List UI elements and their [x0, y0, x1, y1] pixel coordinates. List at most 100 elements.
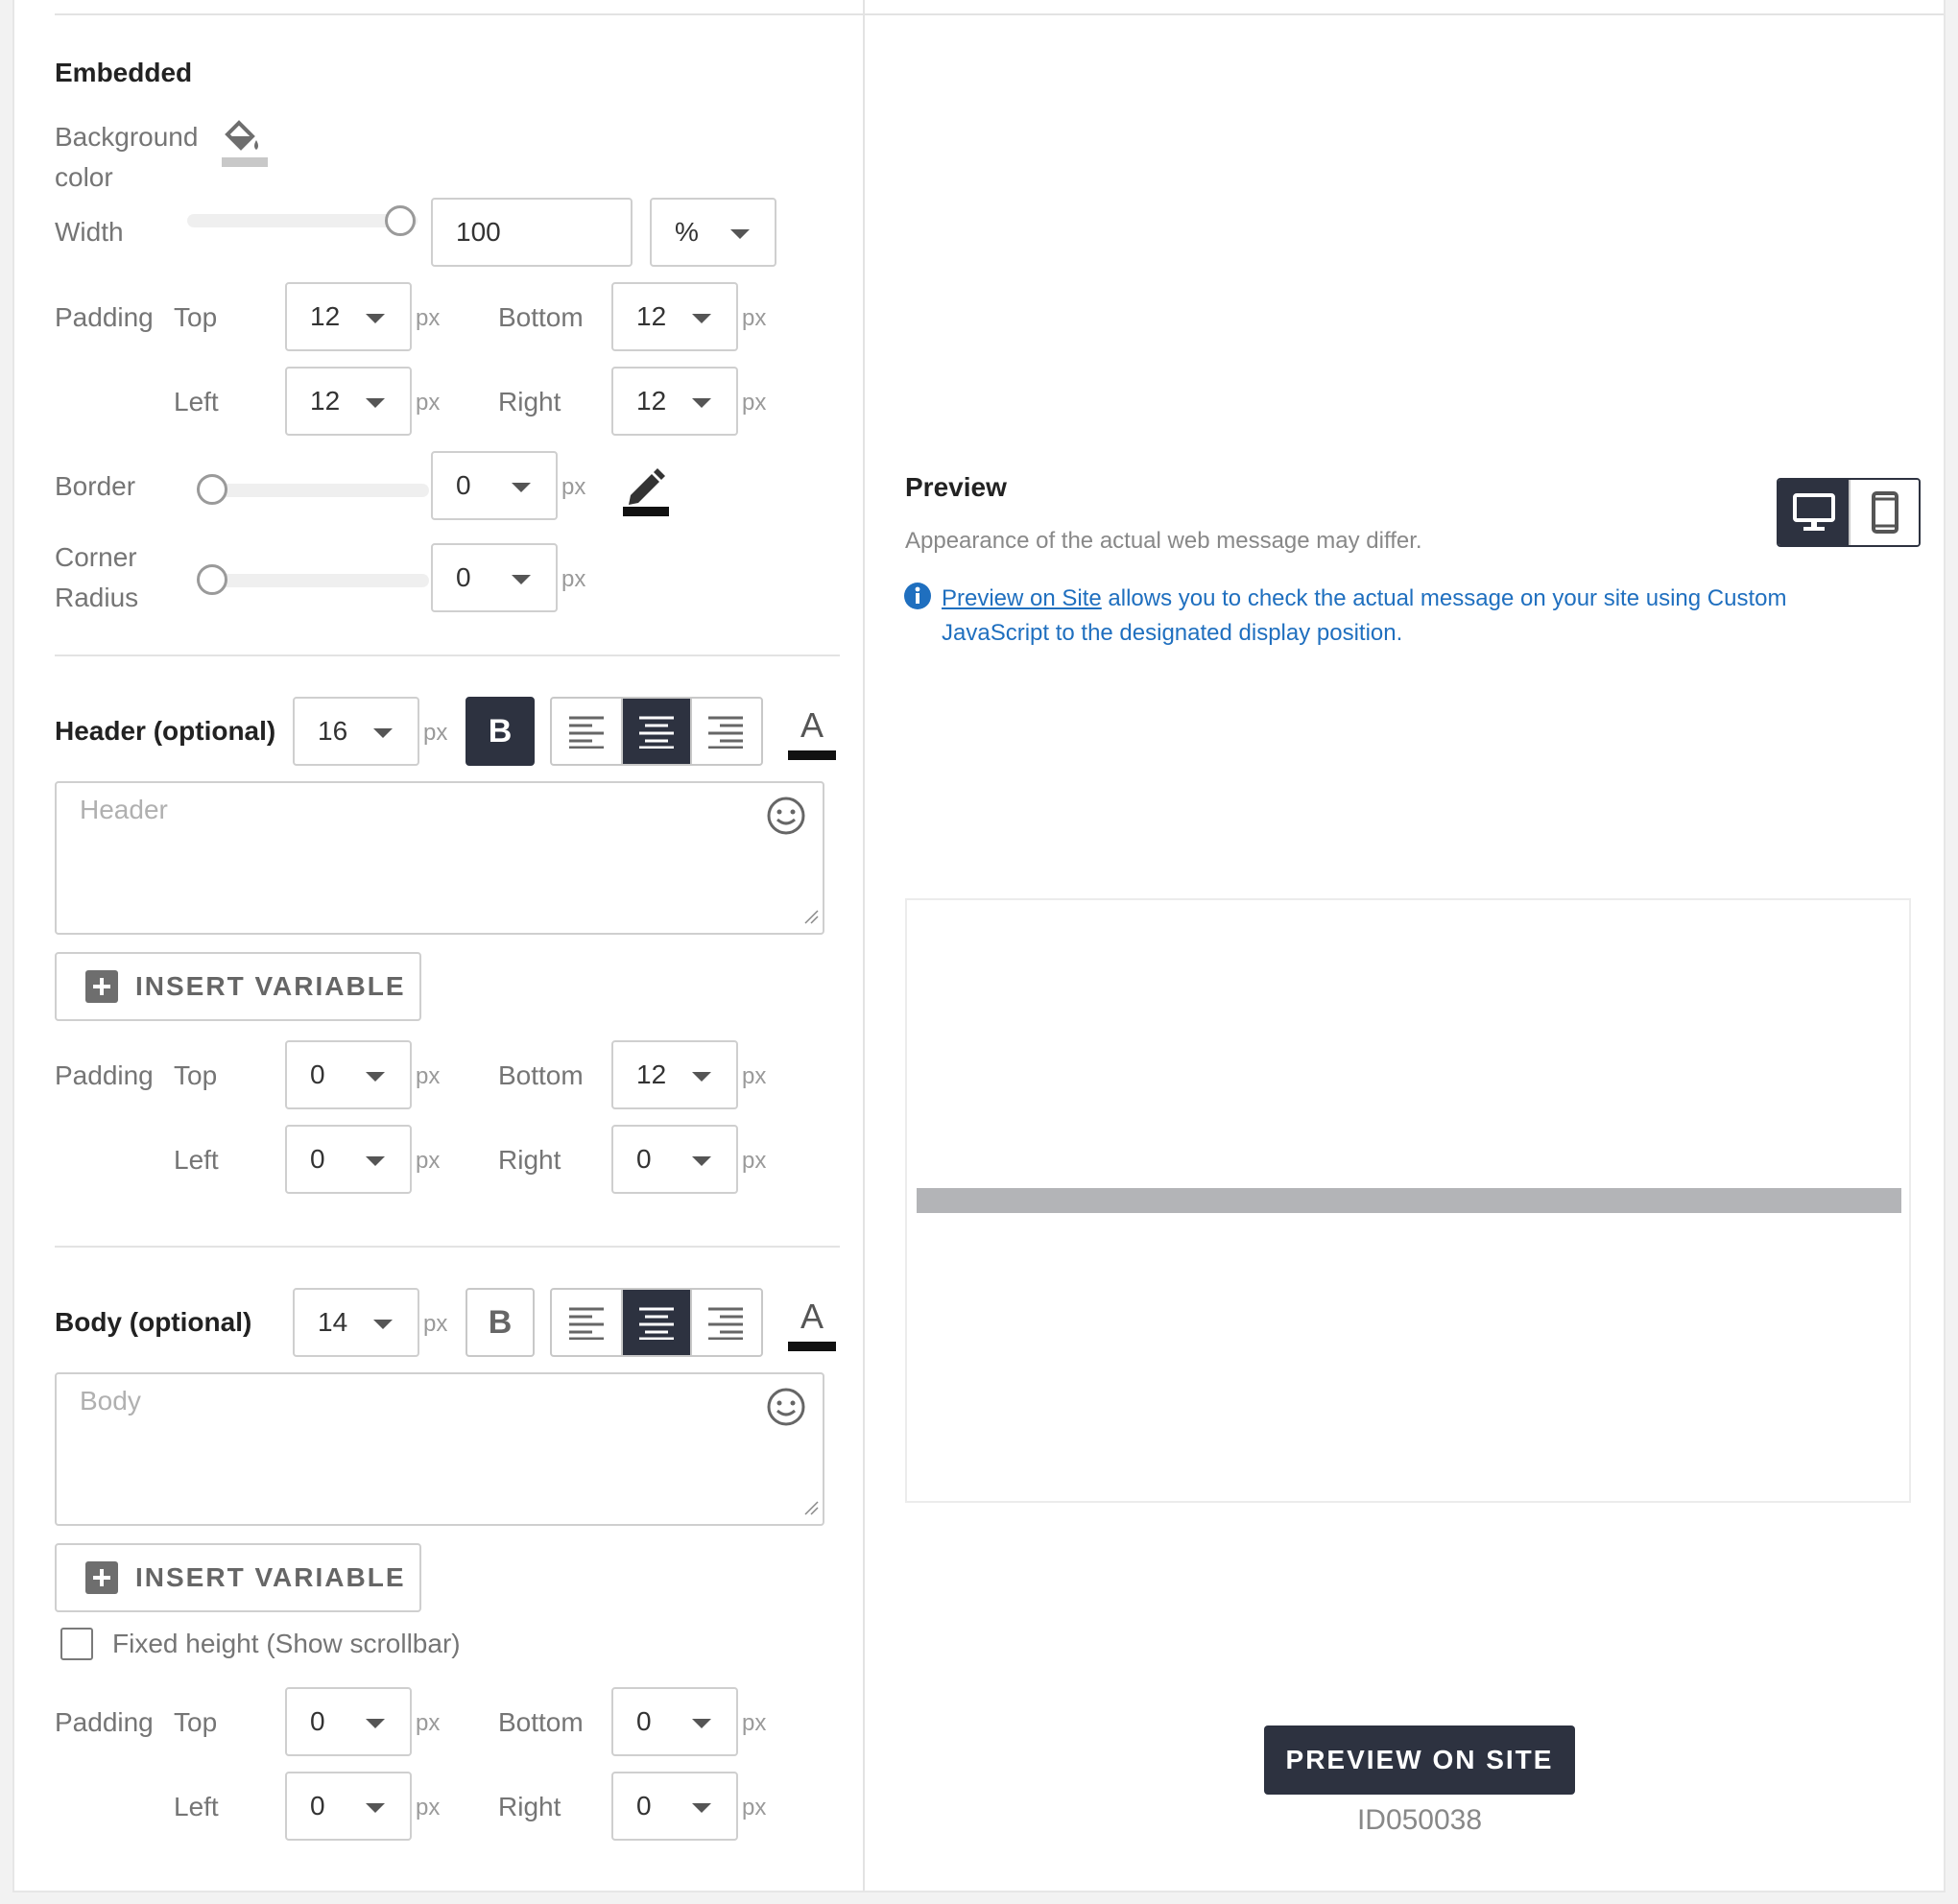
chevron-down-icon — [366, 314, 385, 323]
header-padding-right-select[interactable]: 0 — [611, 1125, 738, 1194]
border-width-value: 0 — [456, 470, 471, 500]
fixed-height-label: Fixed height (Show scrollbar) — [112, 1629, 461, 1658]
padding-right-select[interactable]: 12 — [611, 367, 738, 436]
chevron-down-icon — [366, 1803, 385, 1813]
px-unit: px — [742, 305, 767, 331]
border-width-select[interactable]: 0 — [431, 451, 558, 520]
device-toggle — [1777, 478, 1921, 547]
body-text-color-button[interactable]: A — [788, 1297, 836, 1351]
preview-panel: Preview Appearance of the actual web mes… — [867, 0, 1944, 1891]
chevron-down-icon — [512, 483, 531, 492]
background-color-label-2: color — [55, 162, 113, 192]
body-textarea[interactable]: Body — [55, 1372, 824, 1526]
px-unit: px — [416, 390, 441, 416]
mobile-icon — [1871, 491, 1898, 534]
body-padding-bottom-select[interactable]: 0 — [611, 1687, 738, 1756]
width-unit-select[interactable]: % — [650, 198, 776, 267]
padding-left-select[interactable]: 12 — [285, 367, 412, 436]
align-right-icon — [708, 1307, 743, 1340]
header-align-left-button[interactable] — [552, 699, 621, 764]
body-font-size-select[interactable]: 14 — [293, 1288, 419, 1357]
resize-grip-icon[interactable] — [803, 1500, 819, 1520]
header-textarea[interactable]: Header — [55, 781, 824, 935]
preview-title: Preview — [905, 472, 1007, 502]
resize-grip-icon[interactable] — [803, 909, 819, 929]
preview-on-site-button[interactable]: PREVIEW ON SITE — [1264, 1726, 1575, 1795]
border-slider[interactable] — [197, 484, 429, 497]
header-insert-variable-button[interactable]: INSERT VARIABLE — [55, 952, 421, 1021]
body-insert-variable-label: INSERT VARIABLE — [135, 1562, 406, 1592]
preview-on-site-link[interactable]: Preview on Site — [942, 585, 1102, 611]
chevron-down-icon — [366, 1072, 385, 1082]
header-bold-button[interactable]: B — [466, 697, 535, 766]
chevron-down-icon — [692, 1072, 711, 1082]
fixed-height-checkbox[interactable] — [60, 1628, 93, 1660]
body-padding-left-select[interactable]: 0 — [285, 1772, 412, 1841]
corner-radius-slider-handle[interactable] — [197, 564, 227, 595]
header-padding-top-value: 0 — [310, 1059, 325, 1089]
body-padding-right-select[interactable]: 0 — [611, 1772, 738, 1841]
text-color-icon: A — [800, 1297, 824, 1336]
body-insert-variable-button[interactable]: INSERT VARIABLE — [55, 1543, 421, 1612]
mobile-view-button[interactable] — [1849, 480, 1919, 545]
corner-radius-label-2: Radius — [55, 583, 139, 612]
editor-frame: Embedded Background color Width 100 % Pa… — [12, 0, 1946, 1892]
header-section-title: Header (optional) — [55, 716, 276, 746]
body-align-left-button[interactable] — [552, 1290, 621, 1355]
px-unit: px — [561, 474, 586, 500]
padding-left-label: Left — [174, 387, 219, 416]
chevron-down-icon — [692, 1719, 711, 1728]
paint-bucket-icon[interactable] — [214, 115, 268, 174]
px-unit: px — [742, 1063, 767, 1089]
header-padding-top-select[interactable]: 0 — [285, 1040, 412, 1109]
header-align-center-button[interactable] — [621, 699, 690, 764]
header-padding-top-label: Top — [174, 1060, 218, 1090]
px-unit: px — [416, 1795, 441, 1821]
width-slider[interactable] — [187, 214, 418, 227]
body-placeholder: Body — [80, 1386, 141, 1416]
border-slider-handle[interactable] — [197, 474, 227, 505]
header-padding-right-value: 0 — [636, 1144, 652, 1174]
chevron-down-icon — [366, 1719, 385, 1728]
header-padding-right-label: Right — [498, 1145, 561, 1175]
px-unit: px — [423, 720, 448, 746]
chevron-down-icon — [366, 1156, 385, 1166]
corner-radius-slider[interactable] — [197, 574, 429, 587]
emoji-icon[interactable] — [765, 1386, 807, 1433]
body-align-center-button[interactable] — [621, 1290, 690, 1355]
body-bold-button[interactable]: B — [466, 1288, 535, 1357]
chevron-down-icon — [692, 1156, 711, 1166]
body-padding-bottom-value: 0 — [636, 1706, 652, 1736]
padding-top-select[interactable]: 12 — [285, 282, 412, 351]
message-preview-area — [905, 898, 1911, 1503]
padding-left-value: 12 — [310, 386, 341, 416]
header-align-right-button[interactable] — [690, 699, 759, 764]
header-text-color-button[interactable]: A — [788, 706, 836, 760]
width-input[interactable]: 100 — [431, 198, 633, 267]
pencil-icon[interactable] — [619, 466, 673, 521]
chevron-down-icon — [692, 314, 711, 323]
padding-bottom-select[interactable]: 12 — [611, 282, 738, 351]
body-padding-bottom-label: Bottom — [498, 1707, 584, 1737]
emoji-icon[interactable] — [765, 795, 807, 842]
header-font-size-select[interactable]: 16 — [293, 697, 419, 766]
body-align-right-button[interactable] — [690, 1290, 759, 1355]
padding-bottom-value: 12 — [636, 301, 667, 331]
desktop-view-button[interactable] — [1779, 480, 1849, 545]
preview-info-text-1: allows you to check the actual message o… — [1101, 585, 1787, 611]
corner-radius-select[interactable]: 0 — [431, 543, 558, 612]
header-padding-left-select[interactable]: 0 — [285, 1125, 412, 1194]
padding-top-value: 12 — [310, 301, 341, 331]
body-section-title: Body (optional) — [55, 1307, 252, 1337]
body-padding-left-label: Left — [174, 1792, 219, 1821]
header-padding-bottom-select[interactable]: 12 — [611, 1040, 738, 1109]
body-padding-right-label: Right — [498, 1792, 561, 1821]
px-unit: px — [742, 1710, 767, 1736]
width-slider-handle[interactable] — [385, 205, 416, 236]
section-divider — [55, 654, 840, 656]
padding-right-label: Right — [498, 387, 561, 416]
body-padding-top-select[interactable]: 0 — [285, 1687, 412, 1756]
px-unit: px — [561, 566, 586, 592]
header-padding-bottom-label: Bottom — [498, 1060, 584, 1090]
align-left-icon — [569, 716, 604, 749]
